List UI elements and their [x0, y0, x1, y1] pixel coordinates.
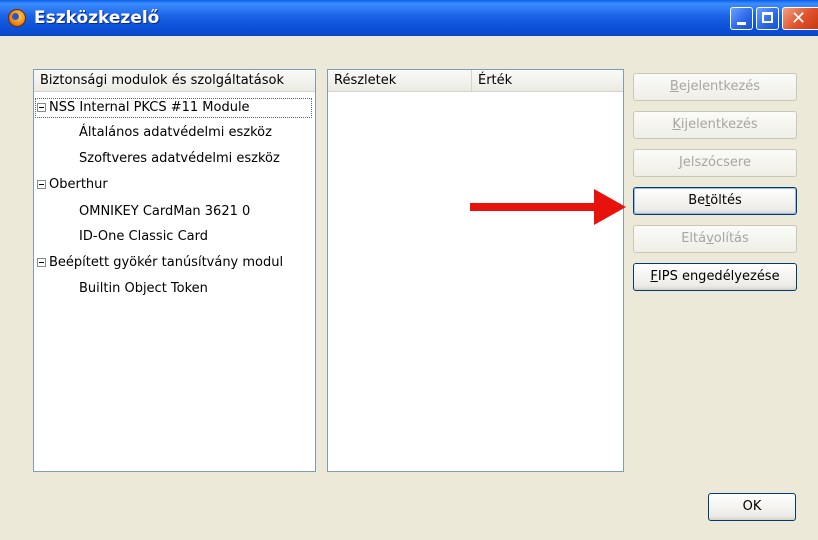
- accesskey: B: [669, 79, 679, 94]
- details-table[interactable]: Részletek Érték: [327, 69, 624, 472]
- enable-fips-button[interactable]: FIPS engedélyezése: [633, 263, 797, 291]
- btn-text: Eltá: [681, 231, 707, 246]
- tree-leaf-label: OMNIKEY CardMan 3621 0: [79, 204, 251, 219]
- arrow-head-icon: [594, 189, 626, 225]
- btn-text: olítás: [713, 231, 749, 246]
- login-button[interactable]: Bejelentkezés: [633, 73, 797, 101]
- logout-button[interactable]: Kijelentkezés: [633, 111, 797, 139]
- window-title: Eszközkezelő: [34, 8, 160, 28]
- tree-node-label: NSS Internal PKCS #11 Module: [49, 100, 250, 115]
- title-bar[interactable]: Eszközkezelő ✕: [0, 0, 818, 36]
- btn-text: ijelentkezés: [680, 117, 758, 132]
- tree-node-label: Beépített gyökér tanúsítvány modul: [49, 255, 284, 270]
- minimize-icon[interactable]: [730, 7, 753, 30]
- unload-button[interactable]: Eltávolítás: [633, 225, 797, 253]
- tree-leaf-label: Általános adatvédelmi eszköz: [79, 125, 272, 140]
- btn-text: elszócsere: [682, 155, 751, 170]
- column-header-value[interactable]: Érték: [472, 70, 623, 92]
- accesskey: F: [650, 269, 658, 284]
- tree-node-nss-internal[interactable]: NSS Internal PKCS #11 Module: [34, 97, 315, 119]
- tree-column-header[interactable]: Biztonsági modulok és szolgáltatások: [34, 70, 315, 92]
- collapse-icon[interactable]: [37, 103, 46, 112]
- collapse-icon[interactable]: [37, 180, 46, 189]
- btn-text: ejelentkezés: [678, 79, 761, 94]
- btn-text: IPS engedélyezése: [657, 269, 780, 284]
- modules-tree[interactable]: Biztonsági modulok és szolgáltatások NSS…: [33, 69, 316, 472]
- red-arrow-annotation: [470, 203, 600, 211]
- accesskey: K: [672, 117, 681, 132]
- tree-node-label: Oberthur: [49, 177, 108, 192]
- firefox-icon: [8, 9, 26, 27]
- maximize-icon[interactable]: [756, 7, 779, 30]
- column-header-details[interactable]: Részletek: [328, 70, 472, 92]
- accesskey: v: [706, 231, 714, 246]
- ok-button[interactable]: OK: [708, 493, 796, 521]
- load-button[interactable]: Betöltés: [633, 187, 797, 215]
- collapse-icon[interactable]: [37, 258, 46, 267]
- tree-leaf-label: Szoftveres adatvédelmi eszköz: [79, 151, 280, 166]
- btn-text: Be: [688, 193, 706, 208]
- btn-text: öltés: [710, 193, 742, 208]
- close-icon[interactable]: ✕: [782, 7, 818, 30]
- change-password-button[interactable]: Jelszócsere: [633, 149, 797, 177]
- tree-leaf-label: ID-One Classic Card: [79, 229, 209, 244]
- tree-leaf-label: Builtin Object Token: [79, 281, 208, 296]
